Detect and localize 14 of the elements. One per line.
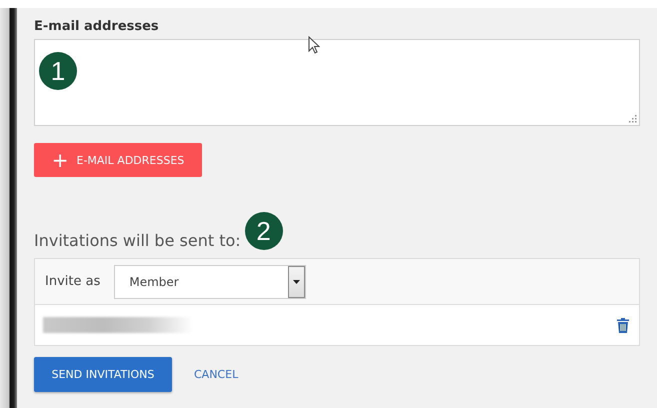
add-emails-button[interactable]: + E-MAIL ADDRESSES bbox=[34, 143, 202, 177]
dropdown-caret-icon[interactable] bbox=[293, 280, 300, 284]
email-textarea[interactable]: 1 bbox=[34, 39, 640, 126]
invite-as-label: Invite as bbox=[45, 274, 100, 289]
send-invitations-button[interactable]: SEND INVITATIONS bbox=[34, 357, 172, 392]
section-heading: Invitations will be sent to: bbox=[34, 230, 241, 252]
delete-icon[interactable] bbox=[617, 318, 629, 332]
resize-grip-icon[interactable] bbox=[629, 115, 637, 123]
step-marker: 2 bbox=[244, 212, 283, 250]
field-label: E-mail addresses bbox=[34, 18, 160, 36]
pointer-cursor-icon bbox=[308, 36, 320, 54]
role-select[interactable]: Member bbox=[114, 264, 306, 298]
cancel-link[interactable]: CANCEL bbox=[194, 368, 238, 381]
step-marker: 1 bbox=[39, 52, 77, 90]
